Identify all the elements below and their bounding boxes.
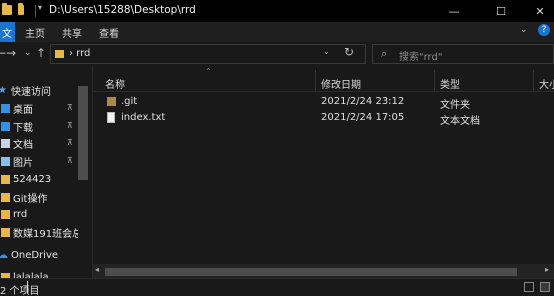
search-box[interactable]: ⌕ 搜索"rrd" (372, 44, 554, 64)
pin-icon[interactable]: ⊼ (67, 121, 73, 130)
navigation-bar: ← → ⌄ ↑ › rrd ⌄ ↻ ⌕ 搜索"rrd" (0, 42, 554, 66)
file-list: ⌃ 名称 修改日期 类型 大小 .git 2021/2/24 23:12 文件夹… (92, 66, 554, 278)
folder-icon (107, 97, 116, 106)
column-type[interactable]: 类型 (440, 76, 460, 91)
sidebar-item-label: 图片 (13, 158, 33, 169)
column-divider[interactable] (315, 70, 316, 92)
pin-icon[interactable]: ⊼ (67, 156, 73, 165)
title-bar: ▾ D:\Users\15288\Desktop\rrd — ☐ ✕ (0, 0, 554, 22)
customize-toolbar-icon[interactable]: ▾ (38, 3, 42, 12)
sidebar-item-rrd[interactable]: rrd (0, 206, 80, 223)
tab-share[interactable]: 共享 (62, 25, 82, 40)
search-placeholder: 搜索"rrd" (399, 52, 443, 63)
file-modified: 2021/2/24 17:05 (321, 112, 405, 123)
status-divider (27, 281, 28, 293)
quick-folder-icon[interactable] (18, 3, 24, 15)
address-bar[interactable]: › rrd (50, 44, 366, 64)
sidebar-item-label: 桌面 (13, 105, 33, 116)
pin-icon[interactable]: ⊼ (67, 138, 73, 147)
sidebar-item-label: Git操作 (13, 194, 48, 205)
file-name: .git (121, 96, 138, 107)
refresh-icon[interactable]: ↻ (344, 45, 354, 59)
column-modified[interactable]: 修改日期 (321, 76, 361, 91)
desktop-icon (1, 104, 10, 113)
title-separator (35, 5, 36, 17)
minimize-button[interactable]: — (434, 0, 474, 22)
tab-view[interactable]: 查看 (99, 25, 119, 40)
list-item[interactable]: index.txt 2021/2/24 17:05 文本文档 (93, 110, 554, 127)
sort-indicator-icon: ⌃ (205, 67, 212, 76)
column-divider[interactable] (533, 70, 534, 92)
folder-icon (1, 193, 10, 202)
file-modified: 2021/2/24 23:12 (321, 96, 405, 107)
folder-icon (1, 175, 10, 184)
cloud-icon: ☁ (0, 250, 8, 261)
folder-icon (1, 228, 10, 237)
item-count: 2 个项目 (0, 286, 40, 296)
address-dropdown-icon[interactable]: ⌄ (323, 47, 330, 56)
tab-home[interactable]: 主页 (25, 25, 45, 40)
maximize-button[interactable]: ☐ (481, 0, 521, 22)
sidebar-item-524423[interactable]: 524423 (0, 171, 80, 188)
document-icon (1, 139, 10, 148)
search-icon: ⌕ (381, 47, 388, 60)
sidebar-item-label: 快速访问 (11, 87, 51, 98)
file-name: index.txt (121, 112, 166, 123)
sidebar-item-label: 下载 (13, 123, 33, 134)
column-header-row: ⌃ 名称 修改日期 类型 大小 (93, 67, 554, 92)
window-title: D:\Users\15288\Desktop\rrd (49, 4, 196, 16)
column-name[interactable]: 名称 (105, 76, 125, 91)
sidebar-item-label: OneDrive (11, 250, 59, 261)
status-bar: 2 个项目 (0, 278, 554, 296)
column-size[interactable]: 大小 (539, 76, 554, 91)
sidebar-item-label: 数媒191班会总结 (13, 229, 80, 240)
scroll-left-icon[interactable]: ◂ (95, 265, 99, 274)
help-icon[interactable]: ? (538, 24, 550, 36)
sidebar-item-git[interactable]: Git操作 (0, 189, 80, 206)
pictures-icon (1, 157, 10, 166)
up-icon[interactable]: ↑ (36, 46, 46, 60)
file-type: 文本文档 (440, 116, 480, 127)
details-view-icon[interactable] (524, 282, 534, 292)
horizontal-scroll-thumb[interactable] (105, 268, 517, 276)
sidebar-item-label: 524423 (13, 174, 52, 185)
large-icons-view-icon[interactable] (540, 282, 550, 292)
recent-locations-icon[interactable]: ⌄ (24, 48, 32, 58)
column-divider[interactable] (434, 70, 435, 92)
folder-icon (1, 210, 10, 219)
navigation-pane: ★ 快速访问 桌面 ⊼ 下载 ⊼ 文档 ⊼ 图片 ⊼ 524423 Git操作 … (0, 66, 92, 278)
forward-icon[interactable]: → (6, 46, 16, 60)
tab-file[interactable]: 文件 (0, 22, 15, 42)
ribbon-tabs: 文件 主页 共享 查看 ⌄ ? (0, 22, 554, 42)
sidebar-item-class-summary[interactable]: 数媒191班会总结 (0, 224, 80, 241)
star-icon: ★ (0, 85, 7, 96)
sidebar-item-label: rrd (13, 209, 28, 220)
folder-icon (55, 50, 64, 58)
folder-icon (2, 3, 12, 15)
sidebar-scroll-thumb[interactable] (78, 86, 88, 180)
sidebar-item-quick-access[interactable]: ★ 快速访问 (0, 82, 80, 99)
list-item[interactable]: .git 2021/2/24 23:12 文件夹 (93, 94, 554, 111)
file-type: 文件夹 (440, 100, 470, 111)
sidebar-item-label: 文档 (13, 140, 33, 151)
sidebar-item-lalalala[interactable]: lalalala (0, 269, 80, 278)
download-icon (1, 122, 10, 131)
scroll-right-icon[interactable]: ▸ (545, 265, 549, 274)
close-button[interactable]: ✕ (520, 0, 554, 22)
ribbon-expand-icon[interactable]: ⌄ (520, 25, 528, 35)
pin-icon[interactable]: ⊼ (67, 103, 73, 112)
text-file-icon (107, 112, 115, 123)
sidebar-item-onedrive[interactable]: ☁ OneDrive (0, 247, 80, 264)
breadcrumb[interactable]: › rrd (69, 48, 90, 59)
